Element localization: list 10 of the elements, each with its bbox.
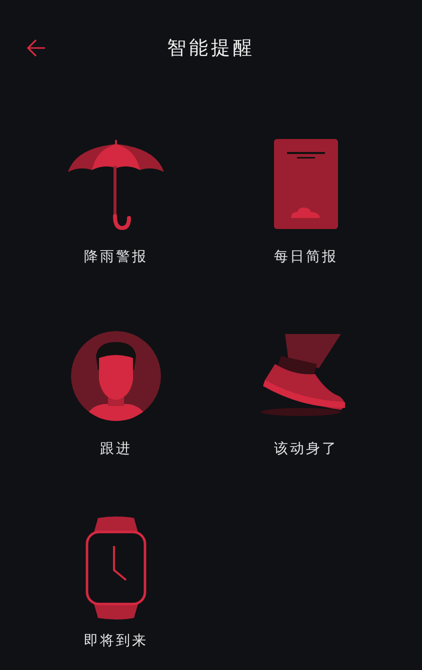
reminder-label[interactable]: 该动身了 [274,440,338,458]
reminder-label[interactable]: 每日简报 [274,248,338,266]
person-icon [70,330,162,422]
reminder-label[interactable]: 降雨警报 [84,248,148,266]
page-title: 智能提醒 [167,36,255,61]
report-icon [273,138,339,230]
reminder-label[interactable]: 跟进 [100,440,132,458]
watch-icon [84,516,148,620]
back-icon[interactable] [26,38,46,58]
reminder-label[interactable]: 即将到来 [84,632,148,650]
